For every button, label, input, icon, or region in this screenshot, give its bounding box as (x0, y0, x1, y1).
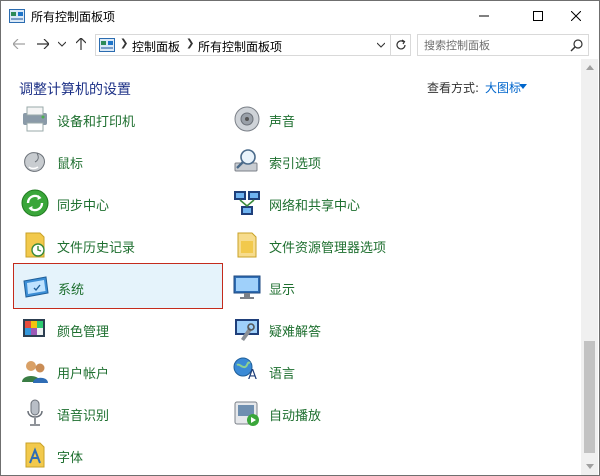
item-sync-center[interactable]: 同步中心 (13, 183, 223, 223)
file-history-icon (25, 232, 45, 258)
chevron-right-icon[interactable]: ❯ (120, 38, 128, 49)
item-troubleshooting[interactable]: 疑难解答 (225, 309, 435, 349)
caret-down-icon[interactable] (519, 84, 527, 89)
scroll-down-button[interactable] (581, 458, 598, 475)
control-panel-icon (99, 38, 115, 52)
content-pane: 调整计算机的设置 查看方式: 大图标 设备和打印机 鼠标 同步中心 文件历史记录… (1, 59, 599, 475)
breadcrumb-control-panel[interactable]: 控制面板 (132, 38, 180, 55)
view-by-dropdown[interactable]: 大图标 (485, 79, 521, 96)
item-label: 自动播放 (269, 409, 322, 424)
control-panel-items: 设备和打印机 鼠标 同步中心 文件历史记录 系统 颜色管理 用户帐户 语音识别 … (1, 99, 581, 475)
item-fonts[interactable]: 字体 (13, 435, 223, 475)
control-panel-icon (9, 9, 25, 23)
display-icon (233, 275, 261, 299)
arrow-left-icon (13, 39, 25, 49)
back-button[interactable] (9, 33, 29, 55)
item-label: 语音识别 (57, 409, 110, 424)
chevron-down-icon (377, 42, 385, 48)
chevron-right-icon[interactable]: ❯ (186, 38, 194, 49)
item-autoplay[interactable]: 自动播放 (225, 393, 435, 433)
item-indexing-options[interactable]: 索引选项 (225, 141, 435, 181)
item-devices-and-printers[interactable]: 设备和打印机 (13, 99, 223, 139)
chevron-down-icon (585, 464, 594, 469)
arrow-up-icon (76, 38, 86, 50)
search-icon[interactable] (570, 38, 584, 52)
item-label: 鼠标 (57, 157, 84, 172)
item-language[interactable]: A 语言 (225, 351, 435, 391)
address-bar[interactable]: ❯ 控制面板 ❯ 所有控制面板项 (95, 34, 391, 56)
minimize-icon (479, 15, 489, 17)
recent-locations-button[interactable] (55, 33, 69, 55)
svg-text:A: A (248, 368, 257, 383)
item-label: 声音 (269, 115, 296, 130)
navigation-bar: ❯ 控制面板 ❯ 所有控制面板项 (1, 31, 599, 59)
page-title: 调整计算机的设置 (19, 82, 131, 98)
system-icon (23, 276, 49, 298)
refresh-button[interactable] (391, 34, 411, 56)
troubleshooting-icon (235, 319, 259, 341)
view-by-label: 查看方式: (427, 81, 480, 95)
arrow-right-icon (37, 39, 49, 49)
scroll-up-button[interactable] (581, 59, 598, 76)
refresh-icon (395, 39, 406, 50)
item-label: 疑难解答 (269, 325, 322, 340)
search-box[interactable] (417, 34, 589, 56)
item-speech-recognition[interactable]: 语音识别 (13, 393, 223, 433)
microphone-icon (27, 399, 43, 426)
item-system[interactable]: 系统 (13, 263, 223, 309)
close-icon (571, 11, 581, 21)
item-file-explorer-options[interactable]: 文件资源管理器选项 (225, 225, 435, 265)
item-network-sharing-center[interactable]: 网络和共享中心 (225, 183, 435, 223)
indexing-icon (234, 149, 258, 172)
fonts-icon (25, 442, 45, 468)
mouse-icon (24, 152, 45, 172)
title-bar[interactable]: 所有控制面板项 (1, 1, 599, 31)
item-display[interactable]: 显示 (225, 267, 435, 307)
maximize-icon (533, 11, 543, 21)
up-button[interactable] (71, 33, 91, 55)
item-label: 系统 (58, 283, 85, 298)
sync-icon (21, 189, 49, 217)
item-label: 网络和共享中心 (269, 199, 361, 214)
item-label: 索引选项 (269, 157, 322, 172)
item-label: 颜色管理 (57, 325, 110, 340)
window-title: 所有控制面板项 (31, 10, 116, 24)
item-color-management[interactable]: 颜色管理 (13, 309, 223, 349)
item-label: 用户帐户 (57, 367, 110, 382)
color-management-icon (23, 319, 45, 337)
chevron-down-icon (58, 41, 66, 47)
language-icon: A (233, 357, 257, 383)
folder-options-icon (237, 232, 257, 258)
user-accounts-icon (22, 361, 48, 383)
item-label: 设备和打印机 (57, 115, 136, 130)
vertical-scrollbar[interactable] (581, 59, 598, 475)
address-dropdown-button[interactable] (372, 35, 390, 55)
item-label: 文件资源管理器选项 (269, 241, 387, 256)
search-input[interactable] (424, 37, 564, 53)
item-label: 语言 (269, 367, 296, 382)
chevron-up-icon (585, 65, 594, 70)
control-panel-window: 所有控制面板项 ❯ 控制面板 ❯ 所有控制面板项 搜索控制面板 调整计算机的设置… (0, 0, 600, 476)
item-mouse[interactable]: 鼠标 (13, 141, 223, 181)
item-sound[interactable]: 声音 (225, 99, 435, 139)
autoplay-icon (234, 401, 259, 426)
item-label: 同步中心 (57, 199, 110, 214)
network-icon (234, 191, 260, 215)
minimize-button[interactable] (461, 1, 507, 31)
speaker-icon (234, 106, 260, 132)
forward-button[interactable] (33, 33, 53, 55)
item-label: 字体 (57, 451, 84, 466)
item-label: 文件历史记录 (57, 241, 136, 256)
close-button[interactable] (553, 1, 599, 31)
item-label: 显示 (269, 283, 296, 298)
breadcrumb-all-items[interactable]: 所有控制面板项 (198, 38, 282, 55)
printer-icon (23, 106, 47, 132)
scroll-thumb[interactable] (584, 341, 595, 453)
item-file-history[interactable]: 文件历史记录 (13, 225, 223, 265)
item-user-accounts[interactable]: 用户帐户 (13, 351, 223, 391)
